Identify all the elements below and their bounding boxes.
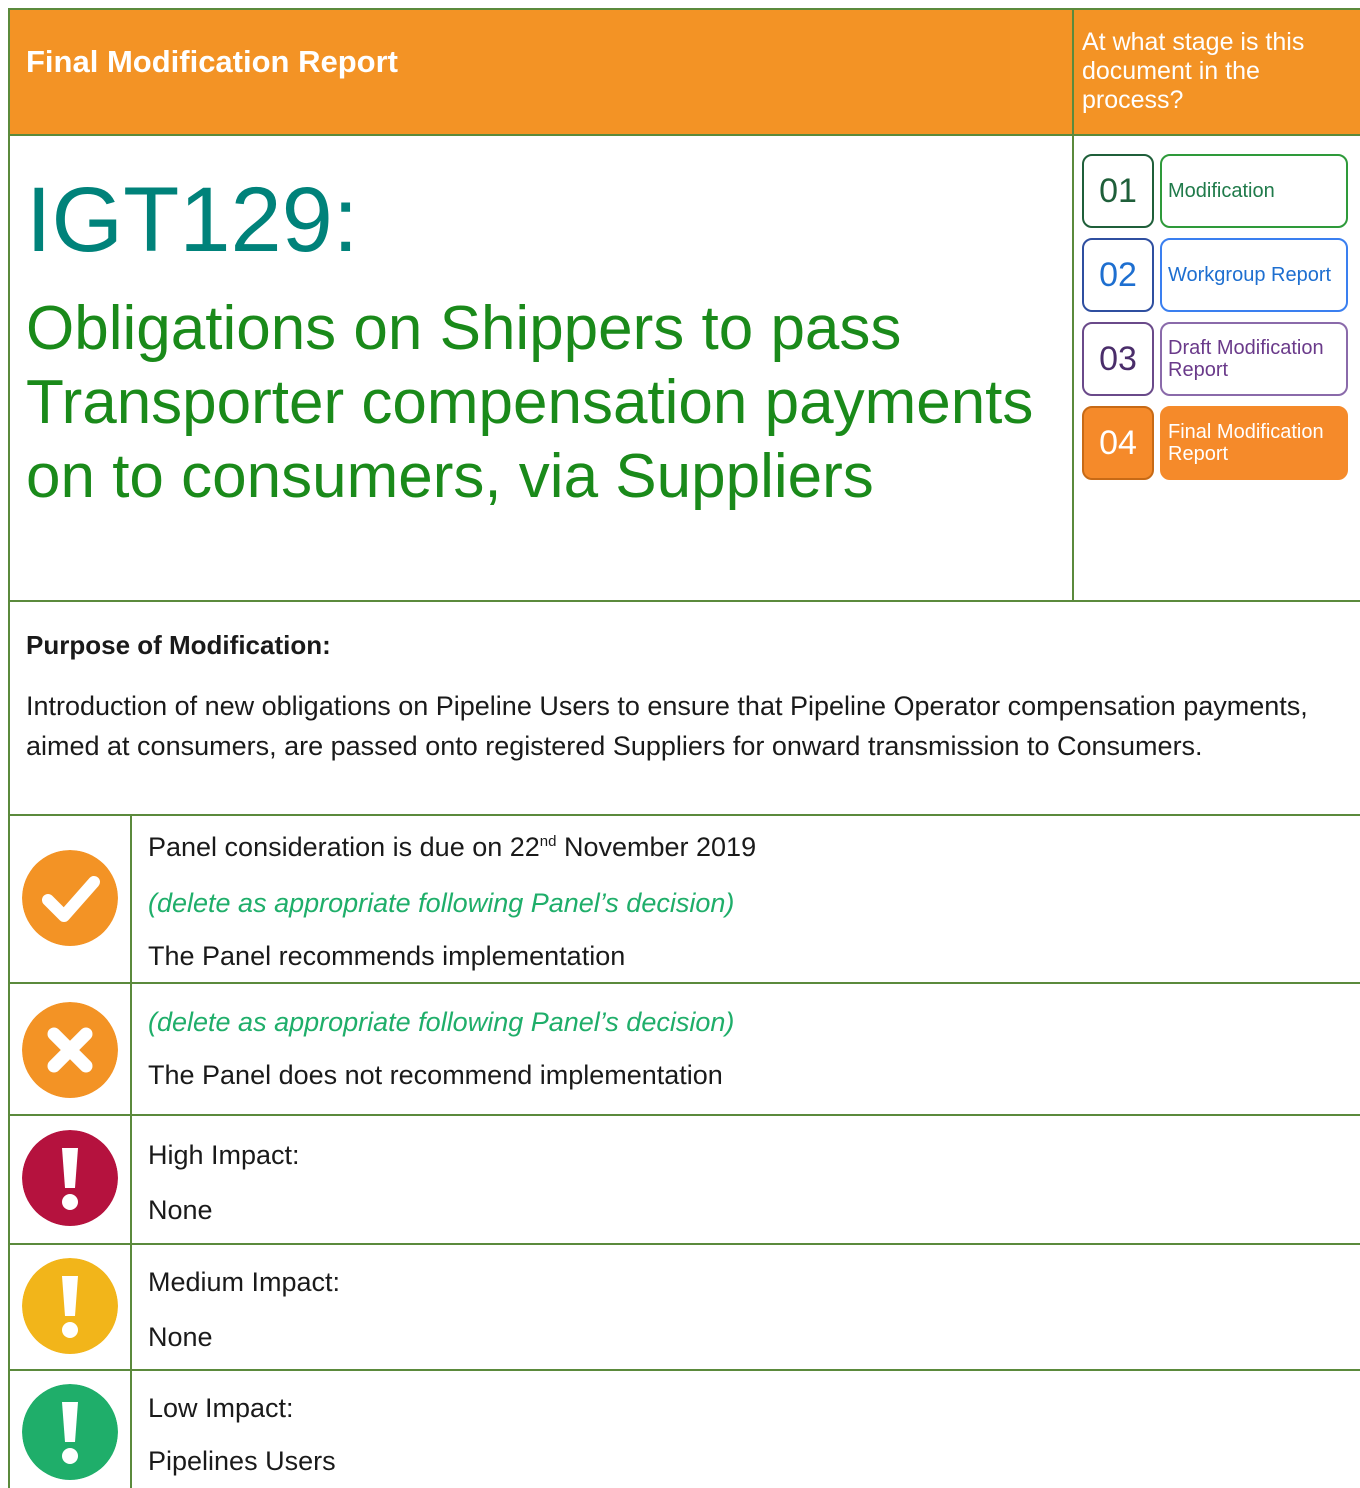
impact-level: Medium Impact: bbox=[148, 1267, 341, 1297]
panel-date-text: Panel consideration is due on 22 bbox=[148, 832, 540, 862]
document-type-title: Final Modification Report bbox=[26, 44, 398, 79]
stage-number: 03 bbox=[1082, 322, 1154, 396]
purpose-heading: Purpose of Modification: bbox=[26, 630, 331, 660]
panel-date-line: Panel consideration is due on 22nd Novem… bbox=[148, 832, 756, 863]
panel-date-month: November 2019 bbox=[556, 832, 757, 862]
row-divider bbox=[8, 982, 1360, 984]
stage-01: 01 Modification bbox=[1082, 154, 1350, 230]
decision-note: (delete as appropriate following Panel’s… bbox=[148, 888, 735, 918]
purpose-text: Introduction of new obligations on Pipel… bbox=[26, 691, 1308, 761]
icon-column-divider bbox=[130, 814, 132, 1488]
stage-03: 03 Draft Modification Report bbox=[1082, 322, 1350, 398]
stage-02: 02 Workgroup Report bbox=[1082, 238, 1350, 314]
stage-question-box: At what stage is this document in the pr… bbox=[1074, 10, 1360, 134]
not-recommend-statement: The Panel does not recommend implementat… bbox=[148, 1060, 723, 1090]
stage-label: Workgroup Report bbox=[1160, 238, 1348, 312]
purpose-divider bbox=[8, 814, 1360, 816]
recommend-statement: The Panel recommends implementation bbox=[148, 941, 626, 971]
row-divider bbox=[8, 1114, 1360, 1116]
stage-label: Final Modification Report bbox=[1160, 406, 1348, 480]
row-divider bbox=[8, 1243, 1360, 1245]
stage-number: 04 bbox=[1082, 406, 1154, 480]
decision-note: (delete as appropriate following Panel’s… bbox=[148, 1007, 735, 1037]
stage-04-current: 04 Final Modification Report bbox=[1082, 406, 1350, 482]
modification-id: IGT129: bbox=[26, 169, 359, 271]
impact-value: None bbox=[148, 1195, 213, 1225]
check-icon bbox=[22, 850, 118, 946]
impact-level: Low Impact: bbox=[148, 1393, 294, 1423]
title-divider bbox=[8, 600, 1360, 602]
cross-icon bbox=[22, 1002, 118, 1098]
stage-number: 02 bbox=[1082, 238, 1154, 312]
header-divider bbox=[8, 134, 1360, 136]
high-impact-icon bbox=[22, 1130, 118, 1226]
modification-title: Obligations on Shippers to pass Transpor… bbox=[26, 294, 1034, 511]
header-bar: Final Modification Report bbox=[10, 10, 1072, 134]
column-divider bbox=[1072, 8, 1074, 602]
stage-label: Modification bbox=[1160, 154, 1348, 228]
stage-number: 01 bbox=[1082, 154, 1154, 228]
impact-value: None bbox=[148, 1322, 213, 1352]
row-divider bbox=[8, 1369, 1360, 1371]
stage-question: At what stage is this document in the pr… bbox=[1082, 28, 1305, 114]
impact-value: Pipelines Users bbox=[148, 1446, 336, 1476]
stage-label: Draft Modification Report bbox=[1160, 322, 1348, 396]
medium-impact-icon bbox=[22, 1258, 118, 1354]
ordinal-suffix: nd bbox=[539, 833, 557, 850]
low-impact-icon bbox=[22, 1384, 118, 1480]
impact-level: High Impact: bbox=[148, 1140, 300, 1170]
